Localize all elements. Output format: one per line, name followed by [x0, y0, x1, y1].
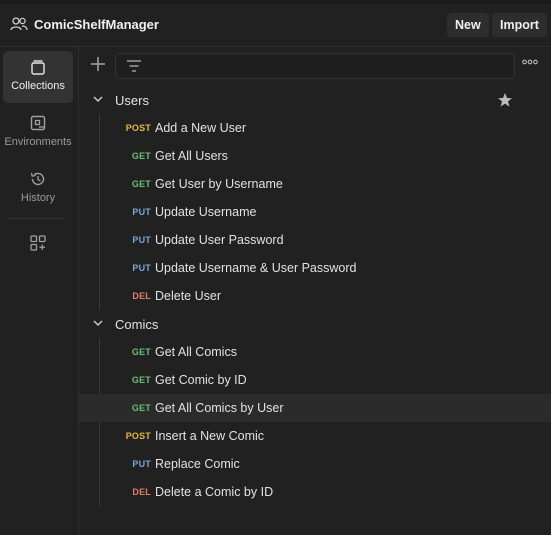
collections-panel: Users POST Add a New User GET Get All Us…: [79, 47, 551, 535]
workspace-title[interactable]: ComicShelfManager: [34, 17, 159, 32]
request-row[interactable]: POST Add a New User: [79, 114, 551, 142]
request-name: Get User by Username: [155, 177, 283, 191]
method-badge: DEL: [132, 487, 151, 497]
chevron-down-icon[interactable]: [93, 319, 103, 327]
collections-icon: [31, 60, 45, 75]
plus-icon[interactable]: [89, 55, 107, 73]
request-row[interactable]: DEL Delete User: [79, 282, 551, 310]
method-badge: PUT: [132, 459, 151, 469]
request-name: Insert a New Comic: [155, 429, 265, 443]
import-button[interactable]: Import: [492, 13, 547, 37]
request-name: Get All Comics by User: [155, 401, 284, 415]
workspace-header: ComicShelfManager New Import: [0, 4, 551, 47]
request-row[interactable]: GET Get User by Username: [79, 170, 551, 198]
request-row[interactable]: GET Get All Users: [79, 142, 551, 170]
environments-icon: [30, 115, 46, 131]
filter-input[interactable]: [115, 53, 515, 79]
folder-comics[interactable]: Comics: [79, 310, 551, 338]
method-badge: POST: [125, 431, 151, 441]
method-badge: PUT: [132, 235, 151, 245]
new-button[interactable]: New: [447, 13, 489, 37]
method-badge: GET: [131, 179, 151, 189]
sidebar-item-label: Collections: [11, 80, 65, 92]
request-row[interactable]: GET Get All Comics: [79, 338, 551, 366]
sidebar-divider: [8, 218, 64, 219]
folder-users[interactable]: Users: [79, 86, 551, 114]
request-name: Add a New User: [155, 121, 247, 135]
request-row[interactable]: PUT Update Username: [79, 198, 551, 226]
sidebar-item-label: History: [20, 192, 56, 204]
request-row[interactable]: POST Insert a New Comic: [79, 422, 551, 450]
sidebar-item-add-workspace[interactable]: [3, 227, 73, 279]
request-row[interactable]: DEL Delete a Comic by ID: [79, 478, 551, 506]
request-row[interactable]: PUT Update User Password: [79, 226, 551, 254]
sidebar-item-environments[interactable]: Environments: [3, 107, 73, 159]
method-badge: GET: [131, 151, 151, 161]
history-icon: [30, 172, 45, 186]
request-name: Replace Comic: [155, 457, 240, 471]
folder-label: Users: [115, 93, 149, 108]
request-row[interactable]: PUT Replace Comic: [79, 450, 551, 478]
method-badge: GET: [131, 347, 151, 357]
sidebar-item-collections[interactable]: Collections: [3, 51, 73, 103]
sidebar-item-history[interactable]: History: [3, 163, 73, 215]
sidebar: Collections Environments History: [0, 47, 79, 535]
request-name: Update Username & User Password: [155, 261, 357, 275]
request-row[interactable]: PUT Update Username & User Password: [79, 254, 551, 282]
method-badge: DEL: [132, 291, 151, 301]
filter-icon: [127, 60, 141, 72]
more-icon[interactable]: [522, 59, 538, 65]
request-name: Update Username: [155, 205, 257, 219]
method-badge: PUT: [132, 263, 151, 273]
request-name: Get Comic by ID: [155, 373, 247, 387]
method-badge: POST: [125, 123, 151, 133]
add-workspace-icon: [30, 235, 46, 251]
folder-label: Comics: [115, 317, 159, 332]
request-name: Update User Password: [155, 233, 284, 247]
method-badge: PUT: [132, 207, 151, 217]
request-name: Get All Comics: [155, 345, 237, 359]
method-badge: GET: [131, 375, 151, 385]
method-badge: GET: [131, 403, 151, 413]
request-name: Delete a Comic by ID: [155, 485, 274, 499]
star-icon[interactable]: [497, 92, 513, 108]
request-row-selected[interactable]: GET Get All Comics by User: [79, 394, 551, 422]
chevron-down-icon[interactable]: [93, 95, 103, 103]
request-name: Delete User: [155, 289, 221, 303]
request-row[interactable]: GET Get Comic by ID: [79, 366, 551, 394]
sidebar-item-label: Environments: [4, 136, 72, 148]
request-name: Get All Users: [155, 149, 228, 163]
team-icon: [10, 17, 28, 31]
